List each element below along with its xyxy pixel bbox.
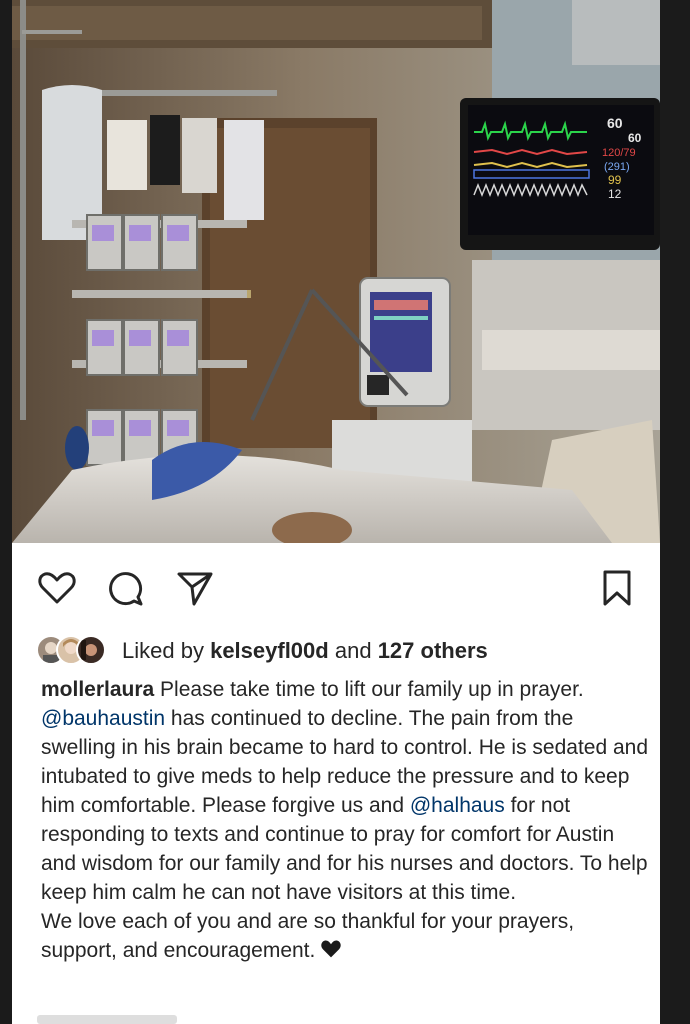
action-bar — [12, 543, 660, 623]
heart-icon[interactable] — [36, 567, 78, 609]
likes-prefix: Liked by — [122, 638, 204, 663]
caption-text-4: We love each of you and are so thankful … — [41, 910, 575, 962]
monitor-hr2: 60 — [628, 131, 642, 145]
monitor-hr: 60 — [607, 115, 623, 131]
caption-text-1: Please take time to lift our family up i… — [154, 678, 584, 701]
likes-connector: and — [334, 638, 372, 663]
mention-link-1[interactable]: @bauhaustin — [41, 707, 165, 730]
caption-username[interactable]: mollerlaura — [41, 678, 154, 701]
likes-row: Liked by kelseyfl00d and 127 others — [36, 631, 488, 671]
comment-icon[interactable] — [104, 567, 146, 609]
screen-border-right — [660, 0, 690, 1024]
cropped-text-strip — [37, 1015, 177, 1024]
monitor-rr: 12 — [608, 187, 622, 201]
avatar[interactable] — [76, 635, 106, 665]
hospital-room-image: 60 60 120/79 (291) 99 12 — [12, 0, 660, 543]
likes-text: Liked by kelseyfl00d and 127 others — [122, 638, 488, 664]
monitor-bp: 120/79 — [602, 147, 636, 159]
post-photo[interactable]: 60 60 120/79 (291) 99 12 — [12, 0, 660, 543]
share-icon[interactable] — [174, 567, 216, 609]
black-heart-emoji — [321, 940, 342, 958]
monitor-spo2: 99 — [608, 173, 622, 187]
liker-username[interactable]: kelseyfl00d — [210, 638, 329, 663]
monitor-bp-sub: (291) — [604, 161, 630, 173]
mention-link-2[interactable]: @halhaus — [410, 794, 505, 817]
post-caption: mollerlaura Please take time to lift our… — [41, 675, 653, 965]
bookmark-icon[interactable] — [596, 567, 638, 609]
screen-border-left — [0, 0, 12, 1024]
liker-avatars[interactable] — [36, 633, 116, 669]
likes-others-link[interactable]: 127 others — [378, 638, 488, 663]
post-details: Liked by kelseyfl00d and 127 others moll… — [12, 543, 660, 1024]
